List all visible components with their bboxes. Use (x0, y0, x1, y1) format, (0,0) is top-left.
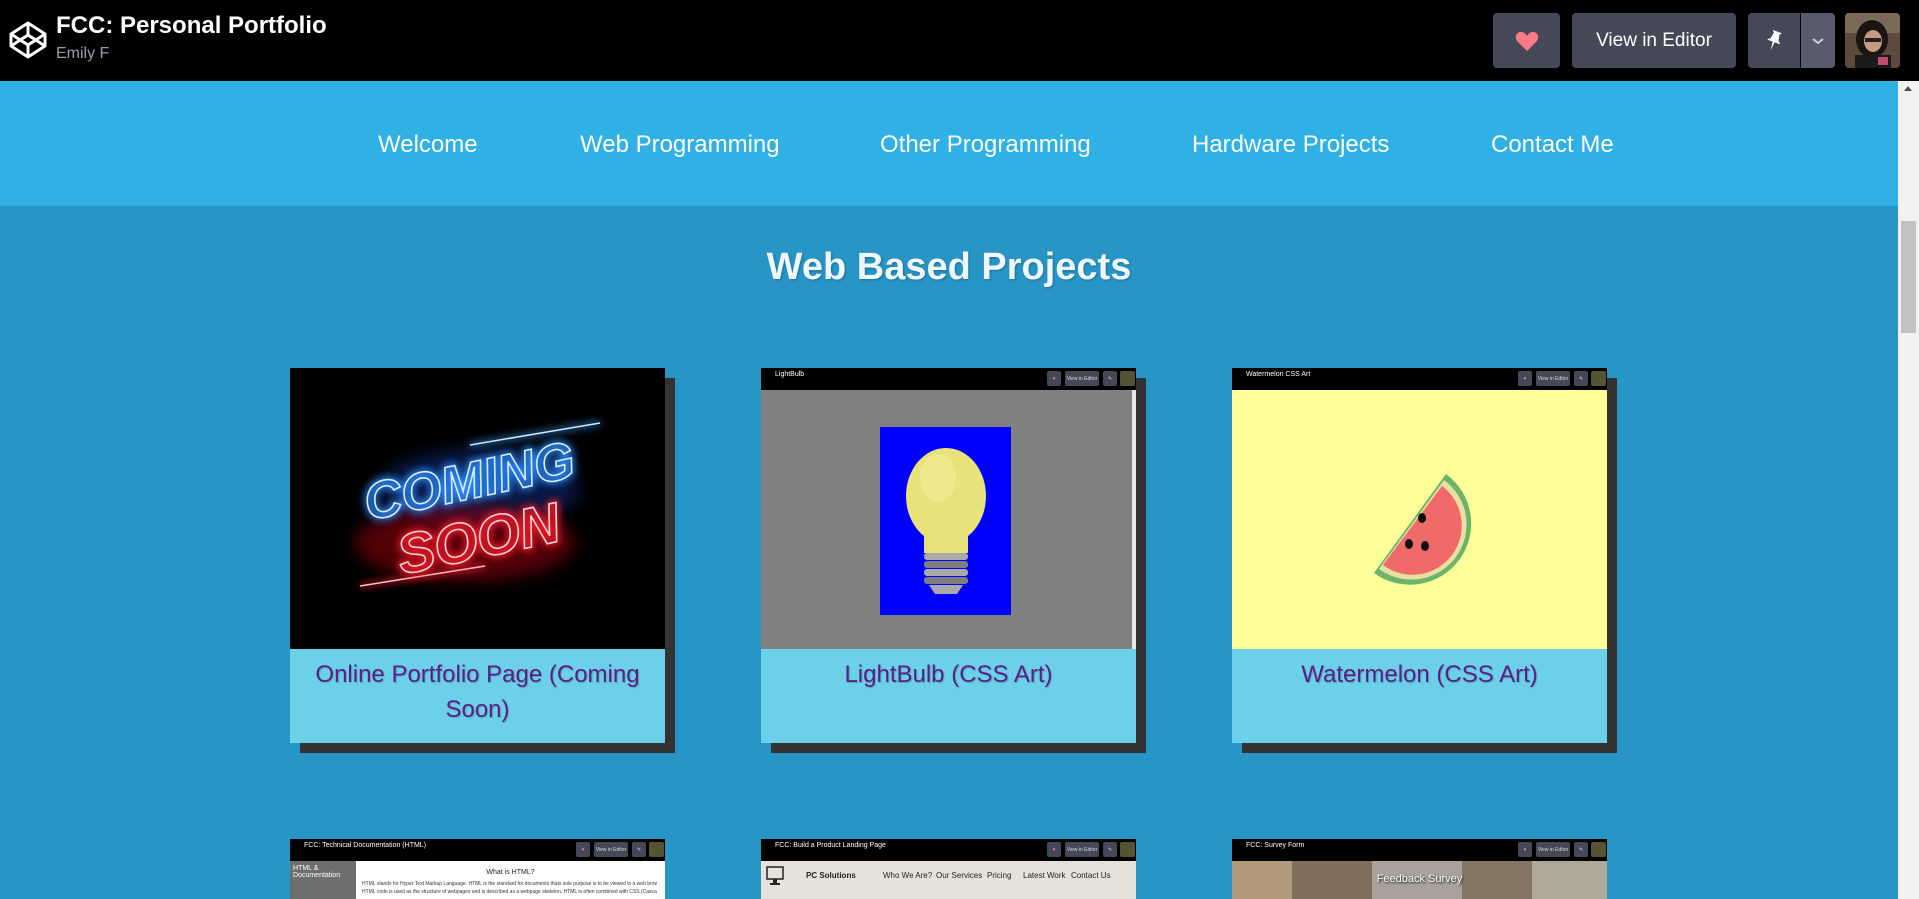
watermelon-art (1374, 474, 1472, 585)
user-avatar[interactable] (1845, 13, 1900, 68)
section-title: Web Based Projects (766, 246, 1132, 288)
nav-item-hardware-projects[interactable]: Hardware Projects (1192, 131, 1389, 159)
thumbnail-heading: What is HTML? (486, 869, 535, 876)
chevron-down-icon (1812, 37, 1824, 44)
card-thumbnail: Watermelon CSS Art ♥ View in Editor ✎ (1232, 368, 1607, 649)
coming-soon-neon-image: COMING COMING SOON SOON (355, 421, 601, 589)
thumbnail-editor-button: View in Editor (1536, 842, 1570, 857)
heart-button[interactable] (1493, 13, 1560, 68)
thumbnail-link: Pricing (987, 871, 1012, 880)
thumbnail-pin-icon: ✎ (1574, 842, 1588, 857)
project-card-product-landing[interactable]: FCC: Build a Product Landing Page ♥ View… (761, 839, 1136, 899)
scroll-up-arrow-icon[interactable] (1904, 86, 1912, 91)
thumbnail-title: FCC: Survey Form (1246, 842, 1305, 849)
nav-item-contact-me[interactable]: Contact Me (1491, 131, 1614, 159)
thumbnail-header: FCC: Build a Product Landing Page ♥ View… (761, 839, 1136, 861)
thumbnail-body-line: HTML code is used as the structure of we… (362, 889, 657, 895)
thumbnail-editor-button: View in Editor (1065, 842, 1099, 857)
nav-item-welcome[interactable]: Welcome (378, 131, 478, 159)
nav-item-web-programming[interactable]: Web Programming (580, 131, 780, 159)
project-card-survey-form[interactable]: FCC: Survey Form ♥ View in Editor ✎ Feed… (1232, 839, 1607, 899)
thumbnail-header: FCC: Survey Form ♥ View in Editor ✎ (1232, 839, 1607, 861)
thumbnail-link: Contact Us (1071, 871, 1111, 880)
card-thumbnail: LightBulb ♥ View in Editor ✎ (761, 368, 1136, 649)
card-thumbnail: COMING COMING SOON SOON (290, 368, 665, 649)
thumbnail-body-line: HTML stands for Hyper Text Markup Langua… (362, 881, 657, 887)
thumbnail-pin-icon: ✎ (1103, 842, 1117, 857)
nav-item-other-programming[interactable]: Other Programming (880, 131, 1091, 159)
heart-icon (1515, 31, 1538, 51)
project-card-technical-docs[interactable]: FCC: Technical Documentation (HTML) ♥ Vi… (290, 839, 665, 899)
avatar-photo (1845, 13, 1900, 68)
thumbnail-heart-icon: ♥ (576, 842, 590, 857)
lightbulb-art (880, 427, 1011, 615)
card-thumbnail: FCC: Technical Documentation (HTML) ♥ Vi… (290, 839, 665, 899)
thumbnail-link: Our Services (936, 871, 983, 880)
thumbnail-pin-icon: ✎ (632, 842, 646, 857)
scrollbar[interactable] (1898, 81, 1919, 899)
thumbnail-sidebar: HTML & Documentation (290, 861, 356, 899)
thumbnail-title: FCC: Build a Product Landing Page (775, 842, 886, 849)
thumbnail-avatar (1120, 842, 1135, 857)
thumbnail-brand: PC Solutions (806, 871, 856, 880)
view-in-editor-button[interactable]: View in Editor (1572, 13, 1736, 68)
thumbnail-avatar (1591, 842, 1606, 857)
pin-button[interactable] (1748, 13, 1800, 68)
computer-logo-icon (766, 866, 784, 885)
card-thumbnail: FCC: Survey Form ♥ View in Editor ✎ Feed… (1232, 839, 1607, 899)
thumbnail-editor-button: View in Editor (594, 842, 628, 857)
portfolio-navbar: Welcome Web Programming Other Programmin… (0, 81, 1898, 206)
thumbnail-banner: Feedback Survey (1376, 873, 1463, 885)
codepen-logo-icon[interactable] (8, 20, 48, 60)
thumbnail-heart-icon: ♥ (1518, 842, 1532, 857)
scrollbar-thumb[interactable] (1901, 221, 1916, 333)
thumbnail-link: Latest Work (1023, 871, 1066, 880)
thumbnail-title: FCC: Technical Documentation (HTML) (304, 842, 427, 849)
thumbnail-avatar (649, 842, 664, 857)
thumbnail-link: Who We Are? (883, 871, 933, 880)
card-caption[interactable]: Watermelon (CSS Art) (1232, 649, 1607, 743)
card-thumbnail: FCC: Build a Product Landing Page ♥ View… (761, 839, 1136, 899)
card-caption[interactable]: Online Portfolio Page (Coming Soon) (290, 649, 665, 743)
pin-icon (1767, 29, 1783, 50)
thumbnail-heart-icon: ♥ (1047, 842, 1061, 857)
pin-dropdown-button[interactable] (1801, 13, 1835, 68)
codepen-header: FCC: Personal Portfolio Emily F View in … (0, 0, 1919, 81)
pen-author[interactable]: Emily F (56, 45, 109, 63)
thumbnail-header: FCC: Technical Documentation (HTML) ♥ Vi… (290, 839, 665, 861)
card-caption[interactable]: LightBulb (CSS Art) (761, 649, 1136, 743)
pen-title[interactable]: FCC: Personal Portfolio (56, 12, 327, 40)
